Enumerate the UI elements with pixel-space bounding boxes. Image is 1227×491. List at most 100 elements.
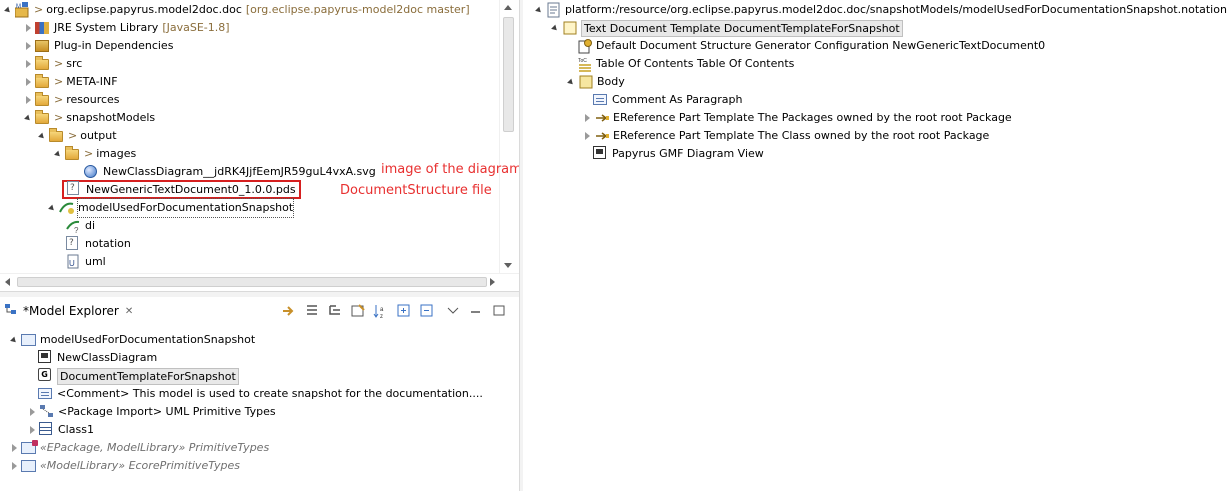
collapse-arrow-icon[interactable] (24, 113, 34, 123)
expand-arrow-icon[interactable] (24, 41, 34, 51)
model-explorer-tree[interactable]: modelUsedForDocumentationSnapshot NewCla… (0, 326, 519, 491)
folder-icon (35, 110, 51, 126)
tree-row-class1[interactable]: Class1 (28, 421, 94, 439)
scroll-right-icon[interactable] (490, 278, 495, 286)
horizontal-scrollbar[interactable] (0, 273, 519, 290)
resource-file-icon (546, 2, 562, 18)
expand-arrow-icon[interactable] (24, 95, 34, 105)
scrollbar-thumb[interactable] (503, 17, 514, 132)
gmf-diagram-label: Papyrus GMF Diagram View (612, 147, 764, 160)
tree-row-resources[interactable]: > resources (24, 91, 120, 109)
model-explorer-tabbar: *Model Explorer ✕ az (0, 298, 519, 324)
scroll-up-icon[interactable] (504, 5, 512, 10)
editor-row-toc[interactable]: ToC Table Of Contents Table Of Contents (577, 55, 794, 73)
notation-file-icon (66, 236, 82, 252)
view-menu-icon[interactable] (445, 303, 461, 319)
gmf-diagram-icon (593, 146, 609, 162)
document-template-editor[interactable]: platform:/resource/org.eclipse.papyrus.m… (523, 0, 1227, 491)
editor-row-ereference-class[interactable]: EReference Part Template The Class owned… (583, 127, 989, 145)
annotation-pds-note: DocumentStructure file (340, 183, 492, 198)
vertical-scrollbar[interactable] (499, 0, 516, 273)
link-with-editor-icon[interactable] (281, 303, 297, 319)
comment-label: <Comment> This model is used to create s… (57, 387, 483, 400)
horizontal-sash[interactable] (0, 291, 519, 297)
expand-arrow-icon[interactable] (4, 5, 14, 15)
scrollbar-thumb[interactable] (17, 277, 487, 287)
expand-arrow-icon[interactable] (583, 113, 593, 123)
sort-az-icon[interactable]: az (373, 303, 389, 320)
svg-file-label: NewClassDiagram__jdRK4JjfEemJR59guL4vxA.… (103, 165, 376, 178)
expand-arrow-icon[interactable] (24, 59, 34, 69)
collapse-arrow-icon[interactable] (38, 131, 48, 141)
resource-label: platform:/resource/org.eclipse.papyrus.m… (565, 3, 1227, 16)
collapse-arrow-icon[interactable] (48, 203, 58, 213)
tab-model-explorer[interactable]: *Model Explorer ✕ (0, 300, 137, 322)
editor-row-gmf-diagram[interactable]: Papyrus GMF Diagram View (593, 145, 764, 163)
expand-arrow-icon[interactable] (24, 77, 34, 87)
editor-row-comment-paragraph[interactable]: Comment As Paragraph (593, 91, 743, 109)
git-decorator: > (84, 147, 94, 160)
filter-icon[interactable] (350, 303, 366, 319)
editor-row-generator-config[interactable]: Default Document Structure Generator Con… (577, 37, 1045, 55)
project-explorer-tree[interactable]: M > org.eclipse.papyrus.model2doc.doc [o… (0, 0, 519, 273)
tree-row-plugin-deps[interactable]: Plug-in Dependencies (24, 37, 173, 55)
close-tab-icon[interactable]: ✕ (125, 306, 133, 317)
tree-row-model-root[interactable]: modelUsedForDocumentationSnapshot (10, 331, 255, 349)
table-of-contents-icon: ToC (577, 56, 593, 72)
library-icon (35, 20, 51, 36)
tree-row-document-template[interactable]: G DocumentTemplateForSnapshot (38, 367, 239, 385)
collapse-arrow-icon[interactable] (535, 5, 545, 15)
collapse-arrow-icon[interactable] (54, 149, 64, 159)
expand-arrow-icon[interactable] (28, 425, 38, 435)
tree-row-model[interactable]: modelUsedForDocumentationSnapshot (48, 198, 295, 218)
tree-row-primitive-types[interactable]: «EPackage, ModelLibrary» PrimitiveTypes (10, 439, 269, 457)
list-view-icon[interactable] (304, 303, 320, 319)
expand-arrow-icon[interactable] (10, 461, 20, 471)
scroll-left-icon[interactable] (5, 278, 10, 286)
minimize-icon[interactable] (468, 303, 484, 319)
maximize-icon[interactable] (491, 303, 507, 319)
comment-paragraph-icon (593, 92, 609, 108)
expand-arrow-icon[interactable] (24, 23, 34, 33)
collapse-arrow-icon[interactable] (567, 77, 577, 87)
tree-row-uml[interactable]: U uml (66, 253, 106, 271)
text-document-template-label: Text Document Template DocumentTemplateF… (581, 19, 903, 37)
tree-row-output[interactable]: > output (38, 127, 117, 145)
editor-row-text-document-template[interactable]: Text Document Template DocumentTemplateF… (551, 19, 903, 37)
expand-all-icon[interactable] (396, 303, 412, 319)
document-template-icon: G (38, 368, 54, 384)
tree-row-images[interactable]: > images (54, 145, 136, 163)
editor-row-body[interactable]: Body (567, 73, 625, 91)
tree-row-class-diagram[interactable]: NewClassDiagram (38, 349, 157, 367)
expand-arrow-icon[interactable] (583, 131, 593, 141)
tree-row-project-root[interactable]: M > org.eclipse.papyrus.model2doc.doc [o… (4, 1, 470, 19)
tree-row-svg-file[interactable]: NewClassDiagram__jdRK4JjfEemJR59guL4vxA.… (84, 163, 376, 181)
snapshot-models-label: snapshotModels (66, 111, 156, 124)
tree-row-ecore-primitive-types[interactable]: «ModelLibrary» EcorePrimitiveTypes (10, 457, 240, 475)
editor-row-ereference-packages[interactable]: EReference Part Template The Packages ow… (583, 109, 1012, 127)
tree-view-icon[interactable] (327, 303, 343, 319)
tree-row-snapshot-models[interactable]: > snapshotModels (24, 109, 155, 127)
collapse-arrow-icon[interactable] (551, 23, 561, 33)
tree-row-src[interactable]: > src (24, 55, 82, 73)
model-root-label: modelUsedForDocumentationSnapshot (40, 333, 256, 346)
tree-row-di[interactable]: ? di (66, 217, 95, 235)
tree-row-notation[interactable]: notation (66, 235, 131, 253)
expand-arrow-icon[interactable] (10, 443, 20, 453)
tree-row-package-import[interactable]: <Package Import> UML Primitive Types (28, 403, 276, 421)
collapse-arrow-icon[interactable] (10, 335, 20, 345)
folder-icon (35, 74, 51, 90)
collapse-all-icon[interactable] (419, 303, 435, 319)
editor-row-resource[interactable]: platform:/resource/org.eclipse.papyrus.m… (535, 1, 1227, 19)
ereference-icon (594, 110, 610, 126)
tree-row-meta-inf[interactable]: > META-INF (24, 73, 118, 91)
git-decorator: > (34, 3, 44, 16)
tree-row-pds-file[interactable]: NewGenericTextDocument0_1.0.0.pds (62, 179, 301, 199)
comment-icon (38, 386, 54, 402)
expand-arrow-icon[interactable] (28, 407, 38, 417)
uml-label: uml (85, 255, 106, 268)
tree-row-jre[interactable]: JRE System Library [JavaSE-1.8] (24, 19, 230, 37)
scroll-down-icon[interactable] (504, 263, 512, 268)
tree-row-comment[interactable]: <Comment> This model is used to create s… (38, 385, 483, 403)
document-template-label: DocumentTemplateForSnapshot (57, 367, 239, 385)
